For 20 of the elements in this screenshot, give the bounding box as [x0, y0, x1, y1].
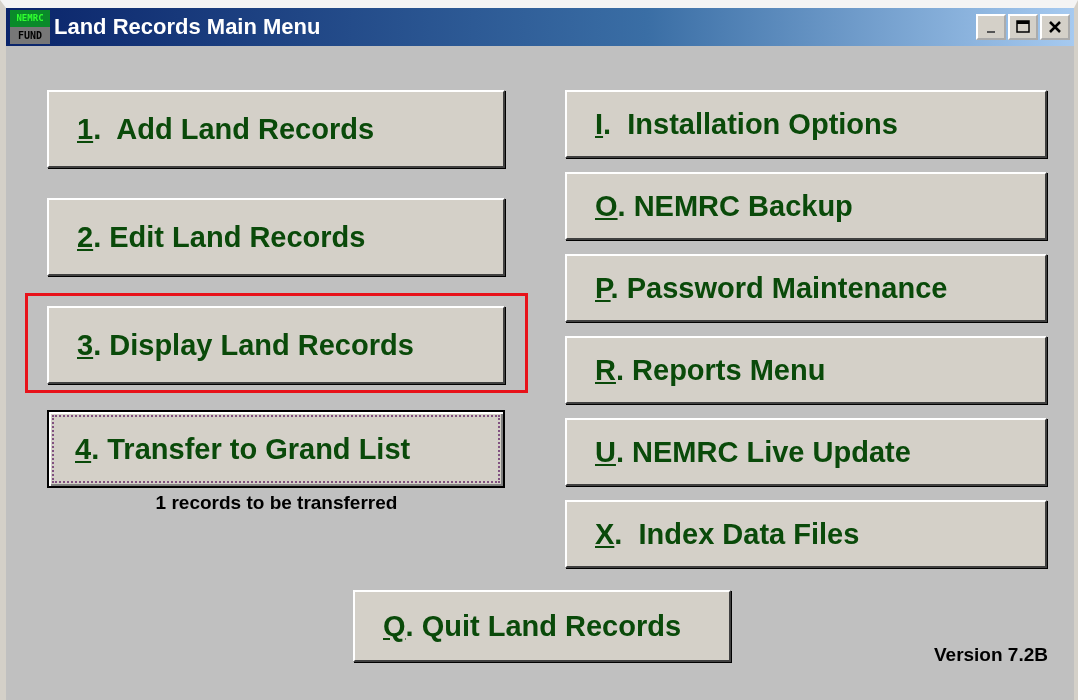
records-count-note: 1 records to be transferred: [154, 492, 399, 514]
menu-button[interactable]: I. Installation Options: [565, 90, 1047, 158]
menu-button[interactable]: O. NEMRC Backup: [565, 172, 1047, 240]
window-title: Land Records Main Menu: [54, 14, 322, 40]
minimize-icon: [987, 31, 995, 33]
maximize-button[interactable]: [1008, 14, 1038, 40]
maximize-icon: [1015, 20, 1031, 34]
app-logo: NEMRC FUND: [10, 10, 50, 44]
menu-button[interactable]: R. Reports Menu: [565, 336, 1047, 404]
version-label: Version 7.2B: [933, 644, 1048, 666]
menu-button[interactable]: X. Index Data Files: [565, 500, 1047, 568]
menu-button[interactable]: P. Password Maintenance: [565, 254, 1047, 322]
quit-button[interactable]: Q. Quit Land Records: [353, 590, 731, 662]
close-icon: [1047, 20, 1063, 34]
menu-button[interactable]: 3. Display Land Records: [47, 306, 505, 384]
menu-button[interactable]: 4. Transfer to Grand List: [47, 410, 505, 488]
menu-button[interactable]: 1. Add Land Records: [47, 90, 505, 168]
menu-button[interactable]: 2. Edit Land Records: [47, 198, 505, 276]
close-button[interactable]: [1040, 14, 1070, 40]
menu-button[interactable]: U. NEMRC Live Update: [565, 418, 1047, 486]
